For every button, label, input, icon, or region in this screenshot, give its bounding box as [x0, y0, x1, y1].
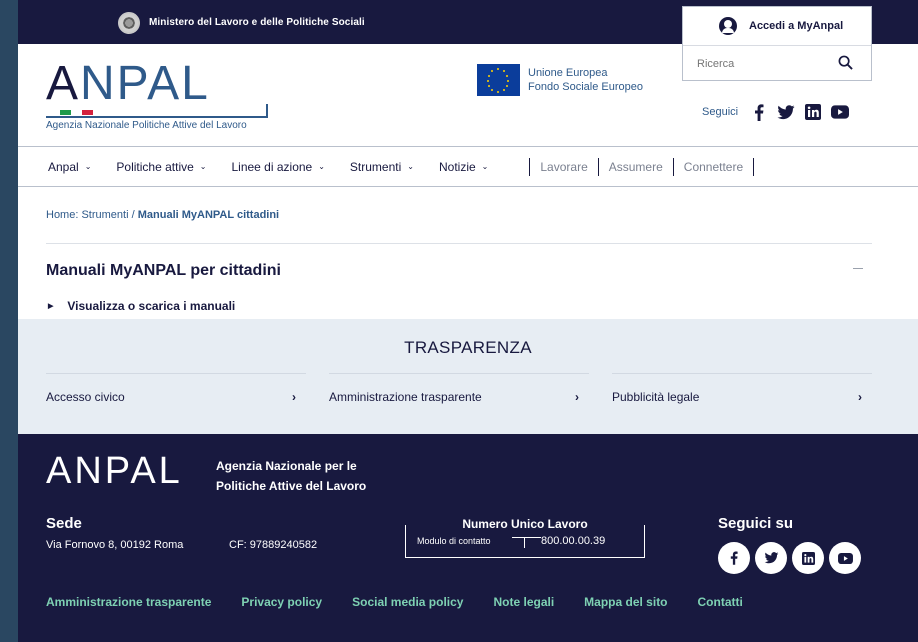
numero-unico-title: Numero Unico Lavoro [405, 517, 645, 531]
page: Ministero del Lavoro e delle Politiche S… [18, 0, 918, 642]
caret-right-icon: ▶ [48, 303, 54, 310]
logo-subtitle: Agenzia Nazionale Politiche Attive del L… [46, 120, 247, 131]
footer-social [718, 542, 866, 574]
eu-label: Unione Europea Fondo Sociale Europeo [528, 66, 643, 94]
facebook-icon[interactable] [718, 542, 750, 574]
italian-emblem-icon [118, 12, 140, 34]
numero-separator [512, 537, 541, 548]
footer-link-privacy[interactable]: Privacy policy [241, 595, 322, 609]
eu-flag-icon [477, 64, 520, 96]
chevron-down-icon: ⌄ [84, 162, 92, 171]
nav-item-linee-di-azione[interactable]: Linee di azione ⌄ [231, 160, 324, 174]
nav-item-notizie[interactable]: Notizie ⌄ [439, 160, 488, 174]
logo-wordmark: ANPAL [46, 57, 210, 110]
chevron-down-icon: ⌄ [481, 162, 489, 171]
footer-link-social-policy[interactable]: Social media policy [352, 595, 463, 609]
chevron-down-icon: ⌄ [318, 162, 325, 171]
nav-separator [753, 157, 755, 176]
eu-line2: Fondo Sociale Europeo [528, 81, 643, 93]
facebook-icon[interactable] [750, 103, 768, 121]
chevron-right-icon: › [858, 389, 862, 404]
page-title: Manuali MyANPAL per cittadini [46, 262, 281, 279]
nav-link-connettere[interactable]: Connettere [684, 160, 743, 174]
trasparenza-title: TRASPARENZA [404, 338, 532, 357]
italian-flag-icon [60, 110, 93, 115]
footer-link-note-legali[interactable]: Note legali [493, 595, 554, 609]
trasparenza-label: Amministrazione trasparente [329, 389, 482, 404]
trasparenza-section: TRASPARENZA Accesso civico › Amministraz… [18, 319, 918, 434]
sede-address: Via Fornovo 8, 00192 Roma [46, 539, 184, 551]
nav-label: Politiche attive [116, 159, 194, 174]
divider [46, 243, 872, 244]
youtube-icon[interactable] [831, 103, 850, 121]
trasparenza-label: Pubblicità legale [612, 389, 700, 404]
footer-links: Amministrazione trasparente Privacy poli… [46, 595, 773, 609]
login-search-panel: Accedi a MyAnpal [682, 6, 872, 81]
accordion-toggle[interactable]: ▶ Visualizza o scarica i manuali [48, 299, 235, 313]
anpal-logo[interactable]: ANPAL Agenzia Nazionale Politiche Attive… [46, 58, 276, 136]
search-row [683, 45, 871, 81]
footer-agency-name: Agenzia Nazionale per le Politiche Attiv… [216, 456, 366, 496]
breadcrumb-current: Manuali MyANPAL cittadini [137, 209, 280, 221]
eu-line1: Unione Europea [528, 67, 608, 79]
nav-item-politiche-attive[interactable]: Politiche attive ⌄ [116, 160, 206, 174]
phone-number[interactable]: 800.00.00.39 [541, 535, 605, 547]
nav-link-lavorare[interactable]: Lavorare [540, 160, 587, 174]
logo-underline [46, 116, 268, 118]
footer-link-amministrazione[interactable]: Amministrazione trasparente [46, 595, 211, 609]
login-label: Accedi a MyAnpal [749, 20, 844, 32]
nav-label: Anpal [48, 159, 79, 174]
chevron-down-icon: ⌄ [407, 162, 414, 171]
agency-line2: Politiche Attive del Lavoro [216, 479, 367, 493]
nav-link-assumere[interactable]: Assumere [609, 160, 663, 174]
footer-logo[interactable]: ANPAL [46, 452, 183, 490]
nav-item-strumenti[interactable]: Strumenti ⌄ [350, 160, 414, 174]
twitter-icon[interactable] [777, 103, 795, 121]
numero-unico-label: Numero Unico Lavoro [454, 517, 596, 531]
trasparenza-label: Accesso civico [46, 389, 125, 404]
nav-label: Linee di azione [231, 159, 313, 174]
twitter-icon[interactable] [755, 542, 787, 574]
nav-separator [672, 157, 674, 176]
logo-underline-tail [266, 104, 268, 118]
youtube-icon[interactable] [829, 542, 861, 574]
footer-link-mappa[interactable]: Mappa del sito [584, 595, 667, 609]
accordion-label: Visualizza o scarica i manuali [67, 299, 236, 313]
breadcrumb-home[interactable]: Home: [46, 209, 78, 221]
trasparenza-link-pubblicita[interactable]: Pubblicità legale › [612, 373, 872, 419]
breadcrumb-separator: / [131, 209, 135, 221]
nav-label: Notizie [438, 159, 476, 174]
chevron-down-icon: ⌄ [199, 162, 207, 171]
search-icon[interactable] [838, 55, 853, 70]
header-social: Seguici [702, 103, 858, 121]
search-input[interactable] [683, 57, 823, 70]
agency-line1: Agenzia Nazionale per le [216, 459, 357, 473]
login-button[interactable]: Accedi a MyAnpal [683, 7, 871, 45]
nav-separator [529, 157, 531, 176]
seguici-label: Seguici [702, 106, 739, 118]
sede-title: Sede [46, 515, 82, 532]
breadcrumb: Home: Strumenti / Manuali MyANPAL cittad… [46, 209, 279, 221]
footer-link-contatti[interactable]: Contatti [698, 595, 743, 609]
codice-fiscale: CF: 97889240582 [229, 539, 318, 551]
modulo-contatto-link[interactable]: Modulo di contatto [417, 536, 491, 546]
breadcrumb-strumenti[interactable]: Strumenti [81, 209, 128, 221]
chevron-right-icon: › [292, 389, 296, 404]
chevron-right-icon: › [575, 389, 579, 404]
nav-label: Strumenti [349, 159, 402, 174]
linkedin-icon[interactable] [804, 103, 822, 121]
collapse-icon[interactable] [853, 268, 863, 269]
ministry-link[interactable]: Ministero del Lavoro e delle Politiche S… [149, 17, 365, 28]
seguici-title: Seguici su [718, 515, 794, 532]
trasparenza-link-amministrazione[interactable]: Amministrazione trasparente › [329, 373, 589, 419]
nav-item-anpal[interactable]: Anpal ⌄ [48, 160, 91, 174]
trasparenza-link-accesso-civico[interactable]: Accesso civico › [46, 373, 306, 419]
linkedin-icon[interactable] [792, 542, 824, 574]
footer: ANPAL Agenzia Nazionale per le Politiche… [18, 434, 918, 642]
user-icon [719, 17, 737, 35]
main-navigation: Anpal ⌄ Politiche attive ⌄ Linee di azione… [18, 146, 918, 187]
nav-separator [597, 157, 599, 176]
